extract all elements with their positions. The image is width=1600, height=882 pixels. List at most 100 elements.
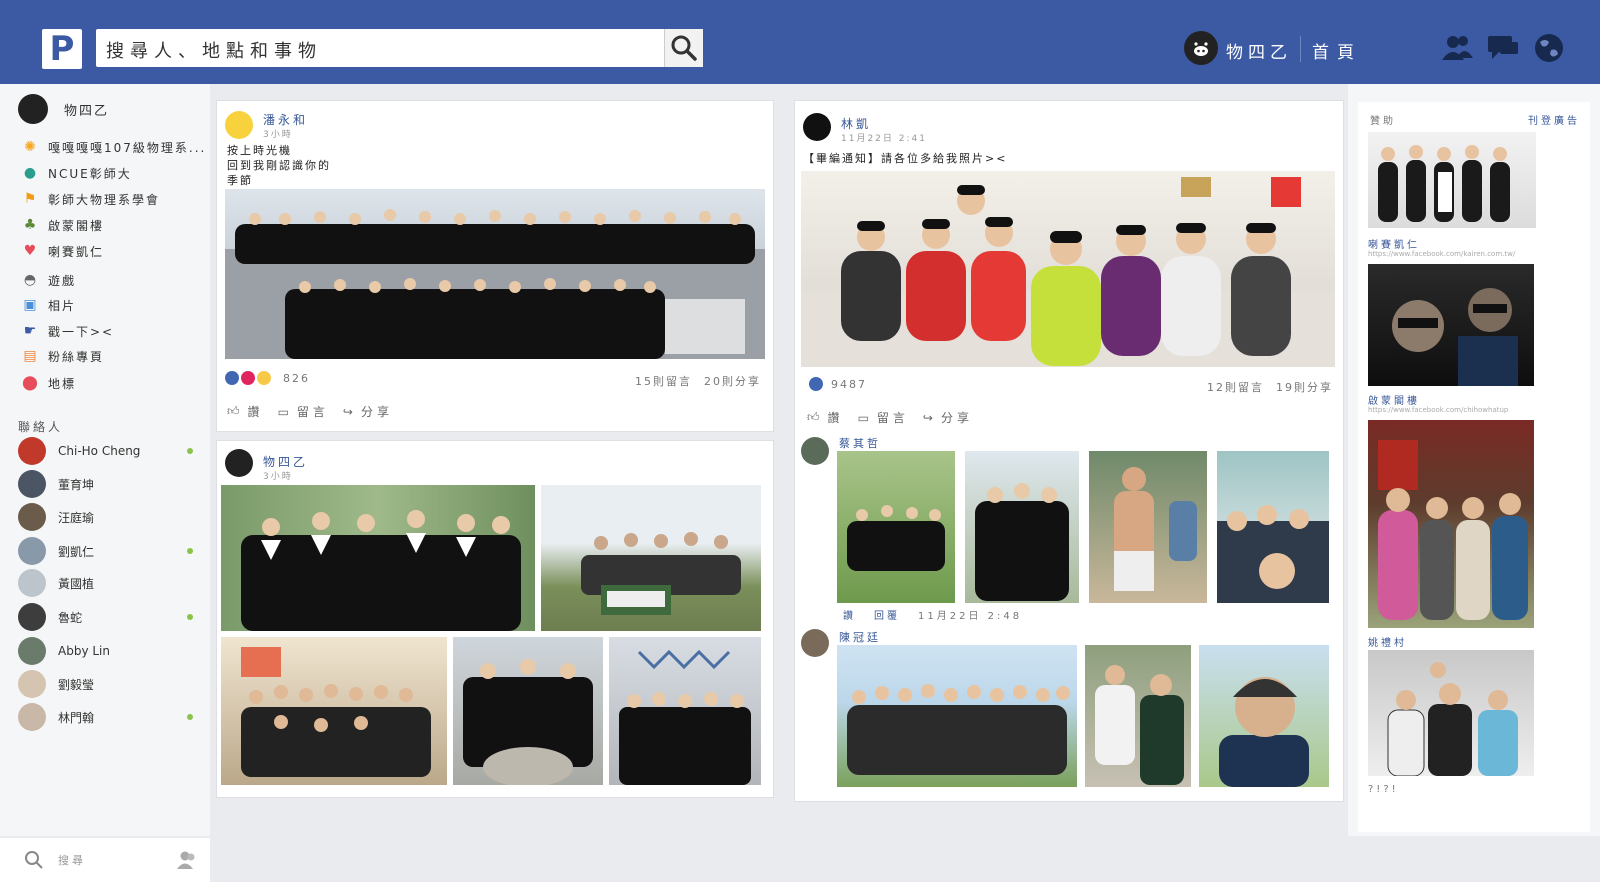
create-ad-link[interactable]: 刊登廣告	[1528, 112, 1580, 127]
post-text: 回到我剛認識你的	[227, 159, 331, 172]
comment-photo[interactable]	[1089, 451, 1207, 603]
comment-photo[interactable]	[1085, 645, 1191, 787]
comments-count[interactable]: 15則留言	[635, 373, 692, 389]
post-author[interactable]: 物四乙	[263, 453, 308, 470]
comment-author[interactable]: 陳冠廷	[839, 629, 881, 645]
ad-image[interactable]	[1368, 264, 1534, 386]
sidebar-item-group-107[interactable]: ✺ 嘎嘎嘎嘎107級物理系...	[22, 136, 206, 158]
comment-author[interactable]: 蔡其哲	[839, 435, 881, 451]
friends-icon[interactable]	[1440, 32, 1474, 64]
post-photo[interactable]	[221, 485, 535, 631]
post-time[interactable]: 3小時	[263, 127, 293, 140]
contact-item[interactable]: 林門翰	[18, 702, 203, 732]
avatar	[18, 503, 46, 531]
post-photo[interactable]	[801, 171, 1335, 367]
ad-title[interactable]: 姚禮村	[1368, 634, 1407, 649]
shares-count[interactable]: 20則分享	[704, 373, 761, 389]
footer-text: ?!?!	[1368, 784, 1399, 795]
post-author[interactable]: 林凱	[841, 115, 871, 132]
online-indicator	[187, 614, 193, 620]
share-button[interactable]: ↪ 分享	[923, 409, 973, 426]
ad-url[interactable]: https://www.facebook.com/kairen.com.tw/	[1368, 250, 1515, 258]
sidebar-item-kairen[interactable]: ♥ 喇賽凱仁	[22, 240, 104, 262]
post-time[interactable]: 11月22日 2:41	[841, 131, 927, 144]
post-time[interactable]: 3小時	[263, 469, 293, 482]
comment-button[interactable]: ▭ 留言	[278, 403, 329, 420]
avatar[interactable]	[225, 449, 253, 477]
contact-item[interactable]: 黃國植	[18, 568, 203, 598]
ad-url[interactable]: https://www.facebook.com/chihowhatup	[1368, 406, 1508, 414]
contact-item[interactable]: 魯蛇	[18, 602, 203, 632]
sidebar-item-physics-society[interactable]: ⚑ 彰師大物理系學會	[22, 188, 160, 210]
globe-icon: ●	[23, 165, 39, 181]
avatar[interactable]	[803, 113, 831, 141]
sidebar-item-pages[interactable]: ▤ 粉絲專頁	[22, 345, 104, 367]
contact-item[interactable]: 董育坤	[18, 469, 203, 499]
contact-name: 黃國植	[58, 576, 95, 591]
sidebar-item-ncue[interactable]: ● NCUE彰師大	[22, 162, 132, 184]
sidebar-item-places[interactable]: ⬤ 地標	[22, 372, 76, 394]
post-photo[interactable]	[541, 485, 761, 631]
globe-icon[interactable]	[1532, 32, 1566, 64]
share-label: 分享	[940, 411, 973, 425]
avatar[interactable]	[1184, 31, 1218, 65]
sidebar-item-attic[interactable]: ♣ 啟蒙閣樓	[22, 214, 104, 236]
comment-photo[interactable]	[965, 451, 1079, 603]
sidebar-item-photos[interactable]: ▣ 相片	[22, 294, 76, 316]
comment-photo[interactable]	[837, 451, 955, 603]
add-friend-icon[interactable]	[176, 850, 198, 870]
ad-image[interactable]	[1368, 650, 1534, 776]
comments-count[interactable]: 12則留言	[1207, 379, 1264, 395]
heart-icon: ♥	[23, 243, 39, 259]
post-photo[interactable]	[221, 637, 447, 785]
post-photo[interactable]	[609, 637, 761, 785]
avatar	[18, 437, 46, 465]
sidebar-item-games[interactable]: ◓ 遊戲	[22, 269, 76, 291]
contact-item[interactable]: Abby Lin	[18, 636, 203, 666]
chat-search-input[interactable]: 搜尋	[0, 838, 210, 882]
comment-button[interactable]: ▭ 留言	[858, 409, 909, 426]
ad-image[interactable]	[1368, 132, 1536, 228]
comment-photo[interactable]	[1217, 451, 1329, 603]
class-photo[interactable]	[225, 189, 765, 359]
shares-count[interactable]: 19則分享	[1276, 379, 1333, 395]
sun-icon: ✺	[24, 139, 38, 155]
temple-friends-image	[1378, 440, 1528, 620]
avatar[interactable]	[801, 437, 829, 465]
messages-icon[interactable]	[1486, 32, 1520, 64]
contact-item[interactable]: 劉毅瑩	[18, 669, 203, 699]
reaction-summary[interactable]: 9487	[809, 377, 867, 391]
contact-name: 董育坤	[58, 477, 95, 492]
comment-like-button[interactable]: 讚	[843, 607, 856, 622]
like-button[interactable]: 👍︎ 讚	[227, 403, 264, 420]
comment-reply-button[interactable]: 回覆	[874, 607, 900, 622]
home-link[interactable]: 首頁	[1312, 38, 1362, 63]
online-indicator	[187, 548, 193, 554]
avatar	[18, 537, 46, 565]
post-author[interactable]: 潘永和	[263, 111, 308, 128]
profile-link[interactable]: 物四乙	[1226, 38, 1292, 63]
post-photo[interactable]	[453, 637, 603, 785]
ad-image[interactable]	[1368, 420, 1534, 628]
share-label: 分享	[360, 405, 393, 419]
contacts-title: 聯絡人	[18, 420, 64, 434]
avatar[interactable]	[225, 111, 253, 139]
contact-item[interactable]: 劉凱仁	[18, 536, 203, 566]
avatar[interactable]	[801, 629, 829, 657]
reaction-summary[interactable]: 826	[225, 371, 310, 385]
search-input[interactable]: 搜尋人、地點和事物	[96, 29, 694, 67]
share-button[interactable]: ↪ 分享	[343, 403, 393, 420]
like-button[interactable]: 👍︎ 讚	[807, 409, 844, 426]
ad-title[interactable]: 啟蒙閣樓	[1368, 392, 1420, 407]
comment-photo[interactable]	[1199, 645, 1329, 787]
sidebar-item-label: 遊戲	[48, 273, 77, 288]
sidebar-item-poke[interactable]: ☛ 戳一下><	[22, 320, 114, 342]
ad-title[interactable]: 喇賽凱仁	[1368, 236, 1420, 251]
contact-item[interactable]: Chi-Ho Cheng	[18, 436, 203, 466]
contact-name: Abby Lin	[58, 644, 110, 658]
contact-item[interactable]: 汪庭瑜	[18, 502, 203, 532]
search-button[interactable]	[664, 29, 703, 67]
comment-photo[interactable]	[837, 645, 1077, 787]
logo[interactable]: P	[42, 29, 82, 69]
sidebar-profile[interactable]: 物四乙	[18, 94, 109, 124]
